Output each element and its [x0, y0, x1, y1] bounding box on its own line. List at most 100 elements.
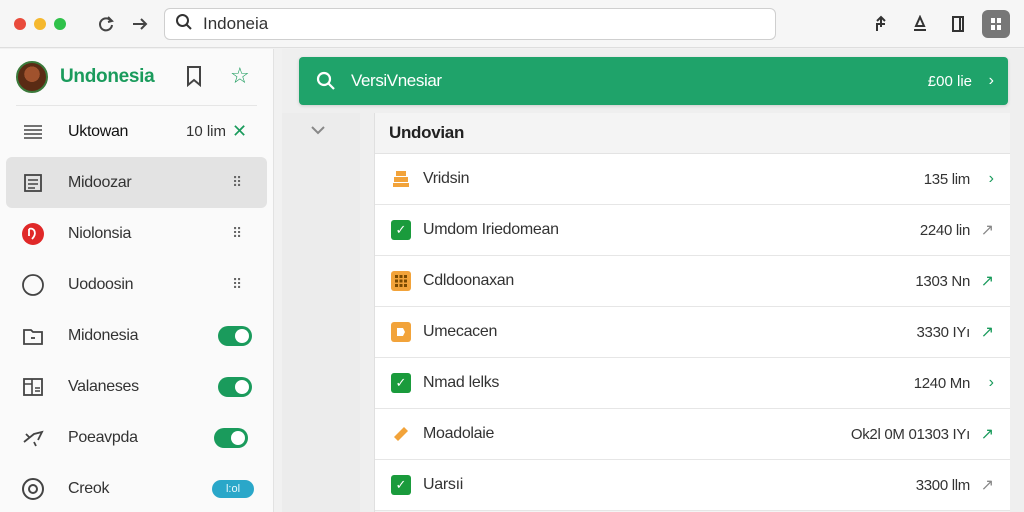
tag-icon — [391, 322, 411, 342]
app-window: Indoneia Undonesia ☆ Uktowan 10 lim ✕ Mi… — [0, 0, 1024, 512]
chevron-right-icon[interactable]: › — [989, 374, 994, 392]
list-item-value: 1240 Mn — [913, 374, 971, 392]
list-item[interactable]: Moadolaie Ok2l 0M 01303 IYı ↗ — [375, 409, 1010, 460]
sidebar-item-midoozar[interactable]: Midoozar ⠿ — [6, 157, 267, 208]
search-banner[interactable]: VersiVnesiar £00 lie › — [299, 57, 1008, 105]
more-icon[interactable]: ⠿ — [232, 225, 243, 242]
forward-icon[interactable] — [126, 10, 154, 38]
sidebar-item-label: Valaneses — [68, 377, 139, 395]
list-item[interactable]: ✓ Nmad lelks 1240 Mn › — [375, 358, 1010, 409]
list-item-label: Moadolaie — [423, 425, 495, 442]
list-item-value: 3300 llm — [915, 476, 971, 494]
list-item[interactable]: Umecacen 3330 IYı ↗ — [375, 307, 1010, 358]
pin-icon[interactable] — [906, 10, 934, 38]
folder-icon — [20, 323, 46, 349]
maximize-window-button[interactable] — [54, 17, 66, 30]
browser-toolbar: Indoneia — [0, 0, 1024, 48]
sidebar-item-label: Uktowan — [68, 122, 129, 140]
arrow-icon[interactable]: ↗ — [981, 424, 994, 444]
sidebar-item-label: Poeavpda — [68, 428, 138, 446]
red-badge-icon — [20, 221, 46, 247]
list-item-label: Vridsin — [423, 170, 470, 187]
list-item[interactable]: Vridsin 135 lim › — [375, 154, 1010, 205]
chevron-right-icon[interactable]: › — [989, 170, 994, 188]
list-item[interactable]: Cdldoonaxan 1303 Nn ↗ — [375, 256, 1010, 307]
banner-text: VersiVnesiar — [351, 71, 442, 90]
left-column — [282, 113, 360, 512]
list-item-label: Umecacen — [423, 323, 498, 340]
search-icon — [175, 13, 193, 36]
list-item-label: Uarsıi — [423, 476, 463, 493]
reload-icon[interactable] — [92, 10, 120, 38]
minimize-window-button[interactable] — [34, 17, 46, 30]
bookmark-icon[interactable] — [184, 65, 204, 92]
address-bar[interactable]: Indoneia — [164, 8, 776, 40]
settings-panel-icon — [20, 374, 46, 400]
arrow-icon[interactable]: ↗ — [981, 271, 994, 291]
toggle-switch[interactable] — [218, 376, 252, 397]
list-icon — [20, 119, 46, 145]
list-item-value: 3330 IYı — [916, 323, 971, 341]
document-icon — [20, 170, 46, 196]
list: Vridsin 135 lim › ✓ Umdom Iriedomean 224… — [375, 153, 1010, 511]
sidebar-item-label: Niolonsia — [68, 224, 132, 242]
ticket-icon — [391, 424, 411, 444]
plane-icon — [20, 425, 46, 451]
chevron-down-icon[interactable] — [310, 123, 326, 141]
check-icon: ✓ — [391, 220, 411, 240]
sidebar-item-niolonsia[interactable]: Niolonsia ⠿ — [0, 208, 273, 259]
content-panel: Undovian Vridsin 135 lim › ✓ Umdom Iried… — [374, 113, 1010, 512]
check-icon: ✓ — [391, 373, 411, 393]
close-icon[interactable]: ✕ — [232, 121, 247, 142]
address-text: Indoneia — [203, 14, 269, 33]
sidebar-item-valaneses[interactable]: Valaneses — [0, 361, 273, 412]
sidebar-item-uktowan[interactable]: Uktowan 10 lim ✕ — [0, 106, 273, 157]
sidebar-item-value: 10 lim — [186, 123, 227, 140]
sidebar-item-uodoosin[interactable]: Uodoosin ⠿ — [0, 259, 273, 310]
stack-icon — [391, 169, 411, 189]
panel-title: Undovian — [389, 123, 465, 142]
list-item-label: Cdldoonaxan — [423, 272, 514, 289]
list-item[interactable]: ✓ Umdom Iriedomean 2240 lin ↗ — [375, 205, 1010, 256]
arrow-icon[interactable]: ↗ — [981, 220, 994, 240]
sidebar-item-poeavpda[interactable]: Poeavpda — [0, 412, 273, 463]
more-icon[interactable]: ⠿ — [232, 174, 243, 191]
sidebar-toggle-icon[interactable] — [944, 10, 972, 38]
toolbar-actions — [868, 10, 1010, 38]
dial-icon — [20, 476, 46, 502]
brand-title: Undonesia — [60, 66, 155, 87]
list-item-value: 2240 lin — [919, 221, 970, 239]
sidebar-item-midonesia[interactable]: Midonesia — [0, 310, 273, 361]
extensions-icon[interactable] — [982, 10, 1010, 38]
sidebar-item-label: Midoozar — [68, 173, 132, 191]
sidebar-item-label: Creok — [68, 479, 110, 497]
sidebar-item-label: Uodoosin — [68, 275, 134, 293]
star-icon[interactable]: ☆ — [230, 63, 250, 89]
close-window-button[interactable] — [14, 17, 26, 30]
sidebar: Undonesia ☆ Uktowan 10 lim ✕ Midoozar ⠿ — [0, 49, 274, 512]
list-item-label: Umdom Iriedomean — [423, 221, 559, 238]
check-icon: ✓ — [391, 475, 411, 495]
list-item-value: 1303 Nn — [915, 272, 970, 290]
list-item-label: Nmad lelks — [423, 374, 500, 391]
list-item[interactable]: ✓ Uarsıi 3300 llm ↗ — [375, 460, 1010, 511]
main-content: VersiVnesiar £00 lie › Undovian Vridsin … — [282, 49, 1024, 512]
arrow-icon[interactable]: ↗ — [981, 475, 994, 495]
sidebar-item-label: Midonesia — [68, 326, 139, 344]
more-icon[interactable]: ⠿ — [232, 276, 243, 293]
share-icon[interactable] — [868, 10, 896, 38]
chevron-right-icon[interactable]: › — [989, 72, 994, 90]
arrow-icon[interactable]: ↗ — [981, 322, 994, 342]
circle-icon — [20, 272, 46, 298]
toggle-switch[interactable] — [214, 427, 248, 448]
toggle-switch[interactable] — [218, 325, 252, 346]
list-item-value: Ok2l 0M 01303 IYı — [850, 425, 970, 443]
status-badge: l:ol — [212, 479, 254, 498]
avatar[interactable] — [16, 61, 48, 93]
banner-right-text: £00 lie — [927, 72, 972, 90]
sidebar-item-creok[interactable]: Creok l:ol — [0, 463, 273, 512]
sidebar-header: Undonesia ☆ — [0, 49, 273, 105]
list-item-value: 135 lim — [923, 170, 971, 188]
grid-icon — [391, 271, 411, 291]
search-icon — [315, 70, 337, 92]
